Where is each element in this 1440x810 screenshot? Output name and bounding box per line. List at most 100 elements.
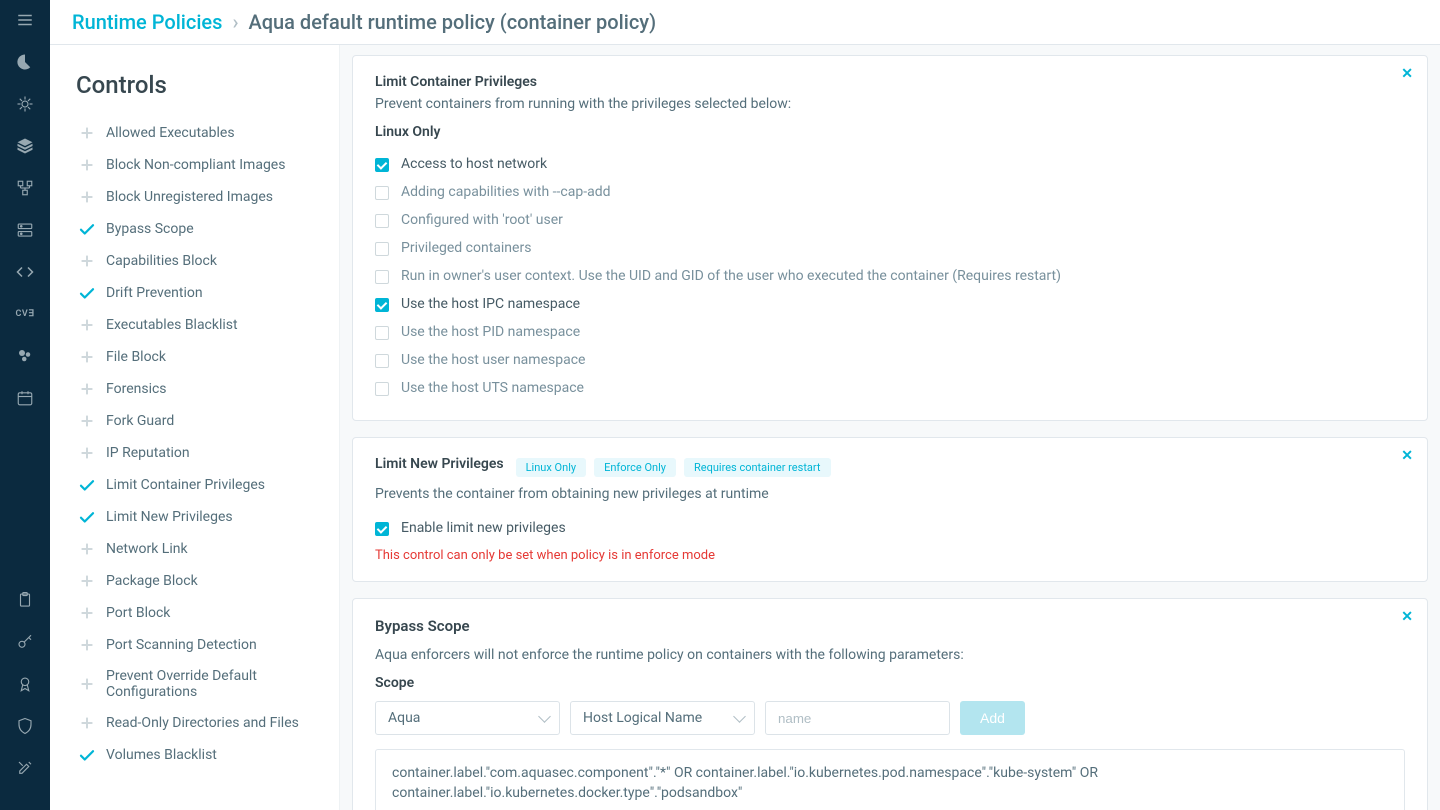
control-item[interactable]: Fork Guard: [76, 405, 327, 437]
badge-icon[interactable]: [15, 674, 35, 694]
control-item[interactable]: Block Non-compliant Images: [76, 149, 327, 181]
control-item[interactable]: IP Reputation: [76, 437, 327, 469]
control-item-label: Capabilities Block: [106, 253, 217, 269]
scope-expression[interactable]: container.label."com.aquasec.component".…: [375, 749, 1405, 810]
card-bypass-scope: ✕ Bypass Scope Aqua enforcers will not e…: [352, 598, 1428, 810]
checkbox-icon: [375, 354, 389, 368]
close-icon[interactable]: ✕: [1401, 448, 1413, 464]
cluster-icon[interactable]: [15, 346, 35, 366]
control-item[interactable]: Allowed Executables: [76, 117, 327, 149]
control-item[interactable]: Limit New Privileges: [76, 501, 327, 533]
clipboard-icon[interactable]: [15, 590, 35, 610]
warning-text: This control can only be set when policy…: [375, 548, 1405, 563]
control-item-label: IP Reputation: [106, 445, 190, 461]
plus-icon: [78, 714, 96, 732]
plus-icon: [78, 252, 96, 270]
checkbox-icon: [375, 270, 389, 284]
privilege-option[interactable]: Run in owner's user context. Use the UID…: [375, 262, 1405, 290]
close-icon[interactable]: ✕: [1401, 66, 1413, 82]
option-label: Run in owner's user context. Use the UID…: [401, 268, 1061, 284]
control-item[interactable]: Executables Blacklist: [76, 309, 327, 341]
privilege-option[interactable]: Adding capabilities with --cap-add: [375, 178, 1405, 206]
option-label: Access to host network: [401, 156, 547, 172]
tag: Enforce Only: [594, 458, 676, 477]
privilege-option[interactable]: Use the host IPC namespace: [375, 290, 1405, 318]
privilege-option[interactable]: Use the host user namespace: [375, 346, 1405, 374]
card-title: Bypass Scope: [375, 617, 470, 635]
add-button[interactable]: Add: [960, 701, 1025, 735]
control-item[interactable]: Read-Only Directories and Files: [76, 707, 327, 739]
control-item-label: Executables Blacklist: [106, 317, 238, 333]
network-icon[interactable]: [15, 178, 35, 198]
option-label: Use the host user namespace: [401, 352, 585, 368]
stack-icon[interactable]: [15, 136, 35, 156]
checkbox-icon: [375, 298, 389, 312]
privilege-option[interactable]: Use the host PID namespace: [375, 318, 1405, 346]
control-item[interactable]: Bypass Scope: [76, 213, 327, 245]
control-item-label: Port Block: [106, 605, 170, 621]
shield-icon[interactable]: [15, 716, 35, 736]
option-label: Use the host IPC namespace: [401, 296, 580, 312]
privilege-option[interactable]: Access to host network: [375, 150, 1405, 178]
breadcrumb-link[interactable]: Runtime Policies: [72, 10, 222, 34]
control-item[interactable]: Volumes Blacklist: [76, 739, 327, 771]
menu-icon[interactable]: [15, 10, 35, 30]
nav-rail: CV∃: [0, 0, 50, 810]
option-label: Configured with 'root' user: [401, 212, 563, 228]
plus-icon: [78, 636, 96, 654]
control-item-label: Network Link: [106, 541, 188, 557]
dashboard-icon[interactable]: [15, 52, 35, 72]
checkbox-icon: [375, 158, 389, 172]
key-icon[interactable]: [15, 632, 35, 652]
privilege-option[interactable]: Privileged containers: [375, 234, 1405, 262]
tools-icon[interactable]: [15, 758, 35, 778]
control-item-label: Block Unregistered Images: [106, 189, 273, 205]
control-item[interactable]: Block Unregistered Images: [76, 181, 327, 213]
tag: Requires container restart: [684, 458, 831, 477]
control-item[interactable]: Package Block: [76, 565, 327, 597]
control-item[interactable]: Drift Prevention: [76, 277, 327, 309]
control-item[interactable]: Limit Container Privileges: [76, 469, 327, 501]
plus-icon: [78, 156, 96, 174]
check-icon: [78, 220, 96, 238]
close-icon[interactable]: ✕: [1401, 609, 1413, 625]
server-icon[interactable]: [15, 220, 35, 240]
select-attribute[interactable]: Host Logical Name: [570, 701, 755, 735]
section-label: Linux Only: [375, 124, 1405, 140]
plus-icon: [78, 124, 96, 142]
select-namespace[interactable]: Aqua: [375, 701, 560, 735]
control-item-label: File Block: [106, 349, 166, 365]
privilege-option[interactable]: Configured with 'root' user: [375, 206, 1405, 234]
control-item[interactable]: Network Link: [76, 533, 327, 565]
content-area: ✕ Limit Container Privileges Prevent con…: [340, 45, 1440, 810]
code-icon[interactable]: [15, 262, 35, 282]
control-item[interactable]: Port Scanning Detection: [76, 629, 327, 661]
control-item[interactable]: File Block: [76, 341, 327, 373]
card-title: Limit Container Privileges: [375, 74, 537, 90]
input-name[interactable]: [765, 701, 950, 735]
checkbox-icon: [375, 186, 389, 200]
control-item[interactable]: Port Block: [76, 597, 327, 629]
control-item[interactable]: Prevent Override Default Configurations: [76, 661, 327, 707]
checkbox-label: Enable limit new privileges: [401, 520, 566, 536]
calendar-icon[interactable]: [15, 388, 35, 408]
card-limit-container-privileges: ✕ Limit Container Privileges Prevent con…: [352, 55, 1428, 421]
card-subtitle: Prevent containers from running with the…: [375, 96, 1405, 112]
card-title: Limit New Privileges: [375, 456, 504, 472]
control-item[interactable]: Forensics: [76, 373, 327, 405]
checkbox-icon: [375, 382, 389, 396]
option-label: Adding capabilities with --cap-add: [401, 184, 611, 200]
wheel-icon[interactable]: [15, 94, 35, 114]
card-subtitle: Prevents the container from obtaining ne…: [375, 486, 1405, 502]
checkbox-icon: [375, 242, 389, 256]
cve-icon[interactable]: CV∃: [15, 304, 35, 324]
privilege-option[interactable]: Use the host UTS namespace: [375, 374, 1405, 402]
controls-heading: Controls: [76, 71, 327, 99]
plus-icon: [78, 316, 96, 334]
control-item-label: Bypass Scope: [106, 221, 194, 237]
control-item[interactable]: Capabilities Block: [76, 245, 327, 277]
control-item-label: Allowed Executables: [106, 125, 235, 141]
checkbox-enable-limit-new-privileges[interactable]: Enable limit new privileges: [375, 514, 1405, 542]
plus-icon: [78, 348, 96, 366]
control-item-label: Limit New Privileges: [106, 509, 233, 525]
